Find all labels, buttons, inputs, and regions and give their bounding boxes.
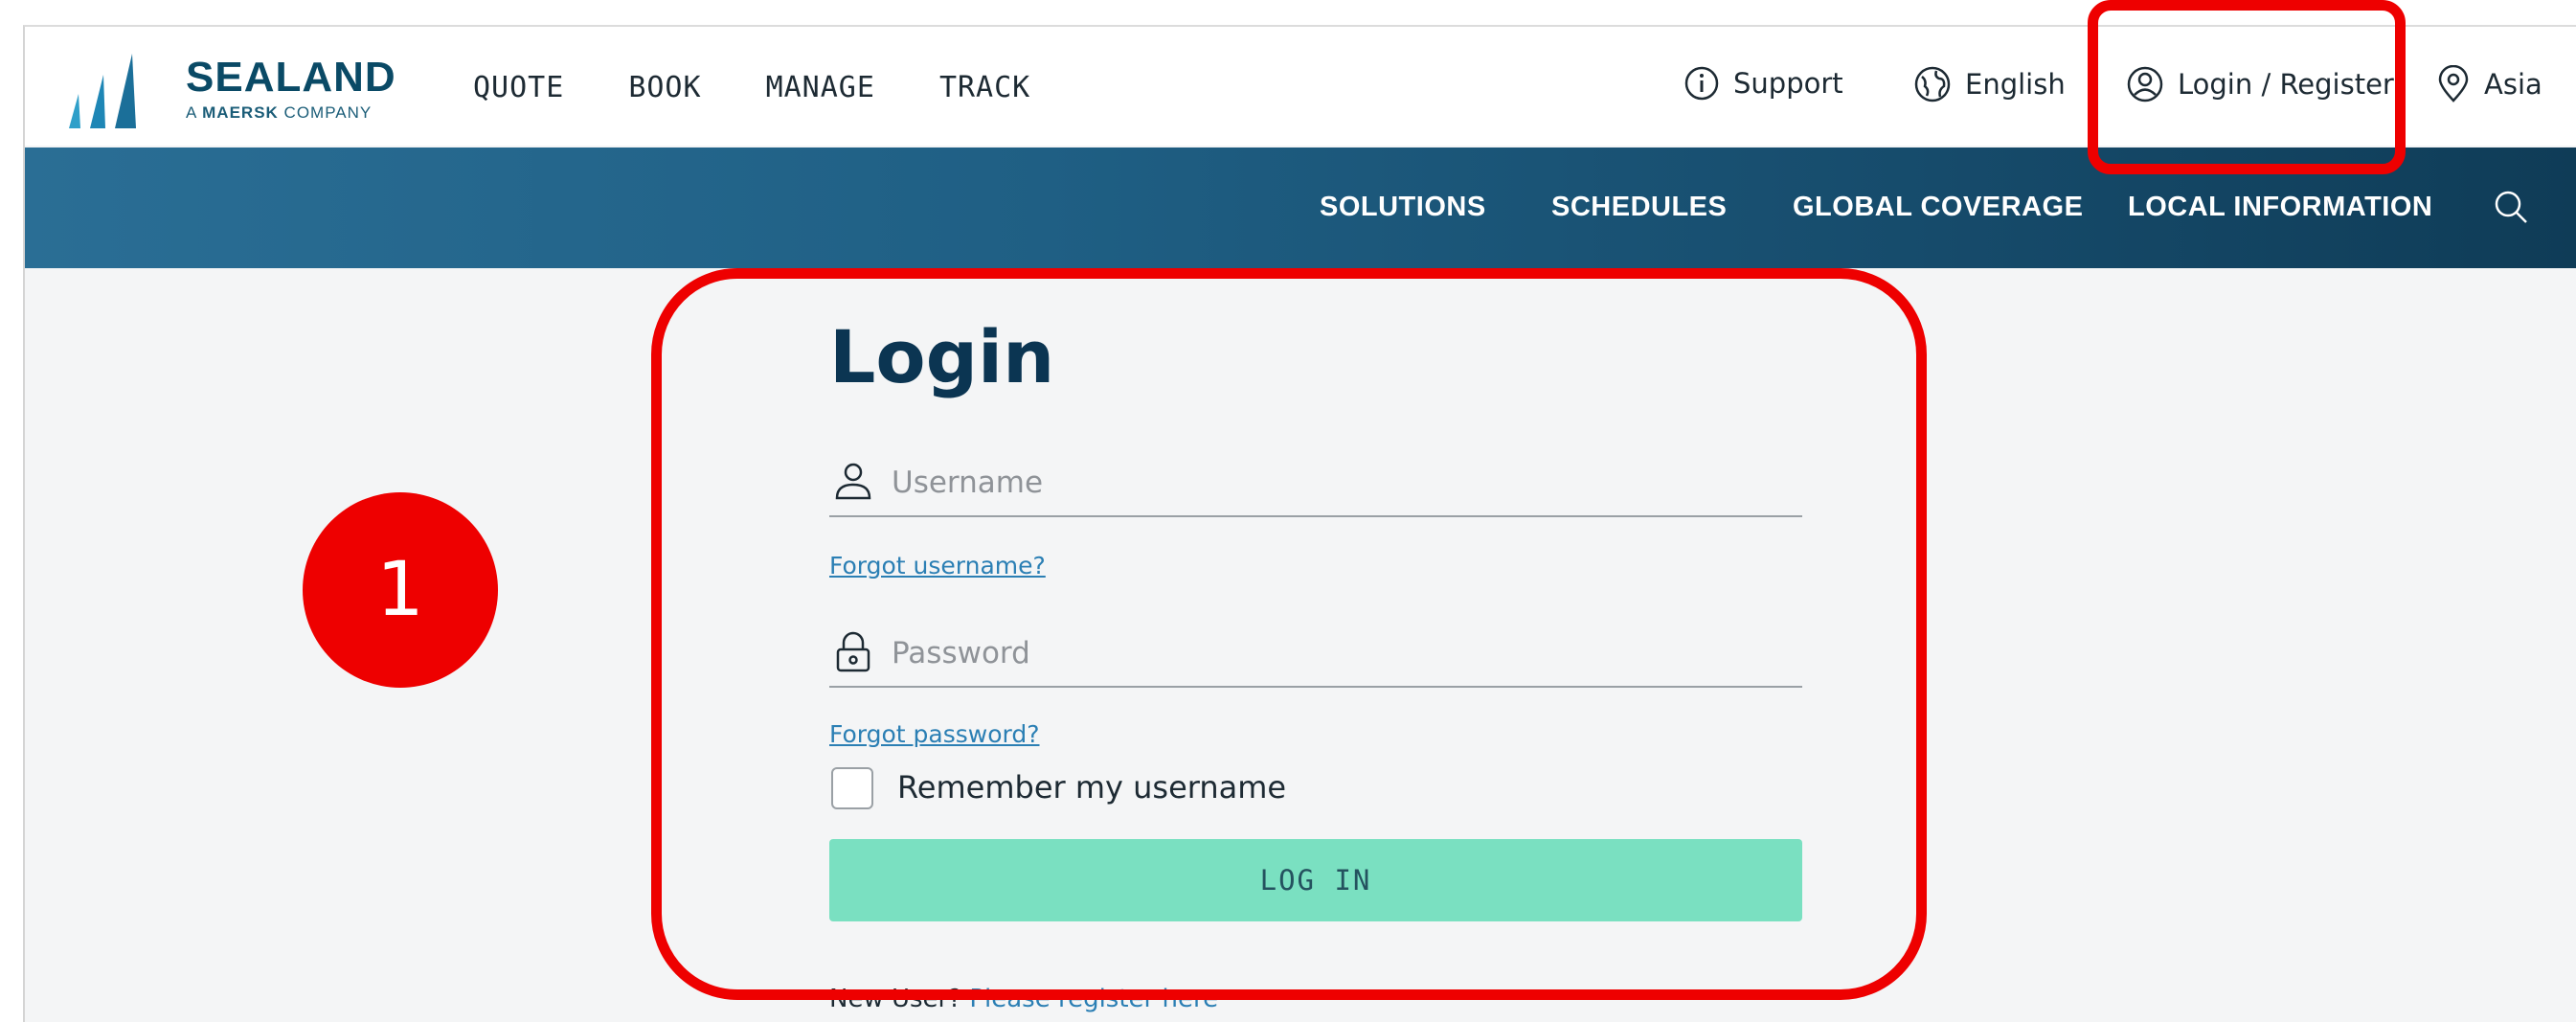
info-icon (1684, 66, 1719, 101)
nav-quote[interactable]: QUOTE (473, 71, 564, 104)
sealand-logo[interactable]: SEALAND A MAERSK COMPANY (61, 48, 395, 130)
support-link[interactable]: Support (1683, 65, 1843, 102)
language-label: English (1965, 68, 2066, 101)
globe-icon (1914, 66, 1951, 102)
tagline-suffix: COMPANY (283, 103, 373, 122)
step-number-badge: 1 (303, 492, 498, 688)
nav-track[interactable]: TRACK (939, 71, 1030, 104)
subnav-schedules[interactable]: SCHEDULES (1551, 192, 1727, 223)
tagline-prefix: A (186, 103, 197, 122)
language-selector[interactable]: English (1913, 65, 2066, 103)
support-label: Support (1733, 67, 1843, 100)
search-icon[interactable] (2492, 188, 2530, 226)
nav-book[interactable]: BOOK (628, 71, 701, 104)
brand-name: SEALAND (186, 54, 396, 101)
sails-icon (69, 54, 136, 128)
region-selector[interactable]: Asia (2436, 65, 2542, 103)
subnav-solutions[interactable]: SOLUTIONS (1320, 192, 1486, 223)
login-form-highlight (651, 268, 1927, 1000)
brand-tagline: A MAERSK COMPANY (186, 103, 372, 123)
region-label: Asia (2484, 68, 2542, 101)
nav-manage[interactable]: MANAGE (766, 71, 875, 104)
login-register-highlight (2088, 0, 2406, 174)
subnav-global-coverage[interactable]: GLOBAL COVERAGE (1793, 192, 2083, 223)
subnav-local-information[interactable]: LOCAL INFORMATION (2128, 192, 2432, 223)
location-pin-icon (2438, 65, 2469, 102)
tagline-brand: MAERSK (202, 103, 279, 122)
main-nav: QUOTE BOOK MANAGE TRACK (473, 71, 1095, 104)
